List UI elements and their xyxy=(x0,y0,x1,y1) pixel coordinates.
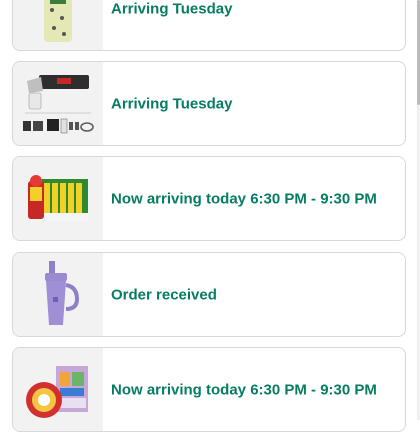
juice-box-pack-image xyxy=(28,174,88,221)
delivery-status: Arriving Tuesday xyxy=(111,95,233,112)
product-image xyxy=(13,253,103,336)
order-card[interactable]: Now arriving today 6:30 PM - 9:30 PM xyxy=(12,347,406,432)
product-image xyxy=(13,157,103,240)
order-card[interactable]: Now arriving today 6:30 PM - 9:30 PM xyxy=(12,156,406,241)
purple-tumbler-image xyxy=(45,260,80,325)
order-card[interactable]: Arriving Tuesday xyxy=(12,61,406,146)
garage-door-opener-kit-image xyxy=(23,74,94,133)
product-image xyxy=(13,0,103,50)
order-card[interactable]: Arriving Tuesday xyxy=(12,0,406,51)
delivery-status: Order received xyxy=(111,286,217,303)
order-card[interactable]: Order received xyxy=(12,252,406,337)
delivery-status: Now arriving today 6:30 PM - 9:30 PM xyxy=(111,190,377,207)
snack-and-toy-bundle-image xyxy=(26,365,88,418)
product-image xyxy=(13,348,103,431)
product-image xyxy=(13,62,103,145)
delivery-status: Now arriving today 6:30 PM - 9:30 PM xyxy=(111,381,377,398)
sponge-package-image xyxy=(44,0,72,42)
delivery-status: Arriving Tuesday xyxy=(111,0,233,17)
